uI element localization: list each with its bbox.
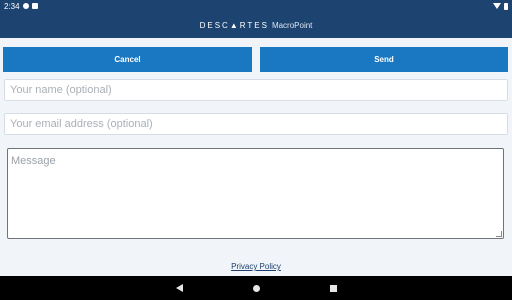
resize-handle-icon[interactable] — [496, 231, 502, 237]
status-right — [493, 2, 508, 10]
battery-icon — [504, 2, 508, 10]
email-placeholder: Your email address (optional) — [10, 118, 153, 130]
wifi-icon — [493, 3, 501, 9]
back-icon[interactable] — [175, 284, 183, 292]
email-input[interactable]: Your email address (optional) — [4, 113, 508, 135]
status-left: 2:34 — [4, 2, 38, 11]
brand-logo: DESC▲RTES MacroPoint — [200, 21, 313, 30]
name-input[interactable]: Your name (optional) — [4, 79, 508, 101]
navigation-bar — [0, 276, 512, 300]
product-name: MacroPoint — [271, 20, 313, 30]
notification-icon — [22, 3, 29, 9]
name-placeholder: Your name (optional) — [10, 84, 112, 96]
app-header: DESC▲RTES MacroPoint — [0, 12, 512, 38]
message-placeholder: Message — [11, 155, 56, 167]
clock-time: 2:34 — [4, 1, 20, 11]
brand-name: DESC▲RTES — [199, 20, 269, 30]
cancel-button[interactable]: Cancel — [3, 47, 252, 72]
privacy-policy-link[interactable]: Privacy Policy — [0, 262, 512, 271]
send-button[interactable]: Send — [260, 47, 508, 72]
sim-icon — [31, 3, 38, 9]
recent-apps-icon[interactable] — [329, 284, 337, 292]
message-textarea[interactable]: Message — [7, 148, 504, 239]
status-bar: 2:34 — [0, 0, 512, 12]
home-icon[interactable] — [252, 284, 260, 292]
